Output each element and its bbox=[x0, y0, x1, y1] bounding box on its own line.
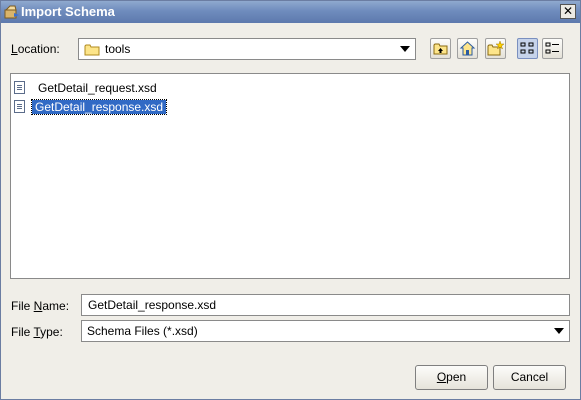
cancel-button[interactable]: Cancel bbox=[493, 365, 566, 390]
chevron-down-icon bbox=[554, 328, 564, 334]
home-icon bbox=[459, 41, 476, 56]
close-button[interactable]: ✕ bbox=[560, 4, 576, 19]
location-value: tools bbox=[105, 42, 131, 56]
file-name-label: File Name: bbox=[11, 299, 70, 313]
close-icon: ✕ bbox=[562, 4, 574, 18]
window-title: Import Schema bbox=[21, 4, 115, 19]
title-bar[interactable]: Import Schema ✕ bbox=[1, 1, 580, 23]
up-folder-icon bbox=[433, 43, 448, 55]
list-view-button[interactable] bbox=[517, 38, 538, 59]
chevron-down-icon bbox=[400, 46, 410, 52]
file-name-field[interactable] bbox=[81, 294, 570, 316]
list-item[interactable]: GetDetail_request.xsd bbox=[13, 79, 213, 97]
file-name-input[interactable] bbox=[82, 295, 569, 315]
folder-icon bbox=[84, 44, 100, 56]
file-type-dropdown[interactable]: Schema Files (*.xsd) bbox=[81, 320, 570, 342]
file-type-value: Schema Files (*.xsd) bbox=[87, 324, 198, 338]
up-folder-button[interactable] bbox=[430, 38, 451, 59]
location-label: Location: bbox=[11, 42, 60, 56]
new-folder-button[interactable] bbox=[485, 38, 506, 59]
location-dropdown[interactable]: tools bbox=[78, 38, 416, 60]
open-button[interactable]: Open bbox=[415, 365, 488, 390]
file-list[interactable]: GetDetail_request.xsd GetDetail_response… bbox=[10, 73, 570, 279]
file-type-label: File Type: bbox=[11, 325, 63, 339]
details-view-icon bbox=[545, 42, 559, 54]
app-icon bbox=[4, 5, 19, 19]
new-folder-icon bbox=[487, 40, 505, 56]
list-view-icon bbox=[520, 42, 534, 54]
document-icon bbox=[14, 81, 25, 94]
details-view-button[interactable] bbox=[542, 38, 563, 59]
file-name: GetDetail_response.xsd bbox=[30, 99, 168, 115]
home-button[interactable] bbox=[457, 38, 478, 59]
list-item-selected[interactable]: GetDetail_response.xsd bbox=[13, 98, 213, 116]
document-icon bbox=[14, 100, 25, 113]
file-name: GetDetail_request.xsd bbox=[38, 81, 157, 95]
import-schema-dialog: Import Schema ✕ Location: tools GetDetai… bbox=[0, 0, 581, 400]
